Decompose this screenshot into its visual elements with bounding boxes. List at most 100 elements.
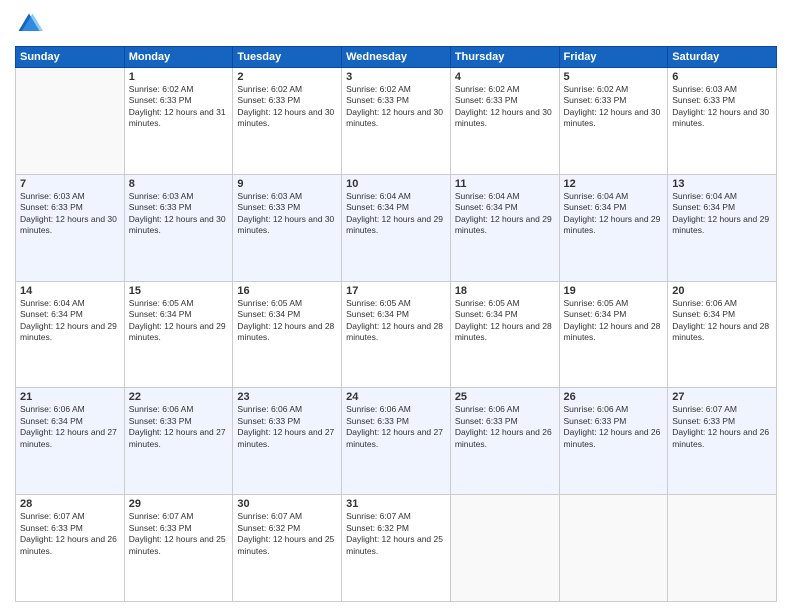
day-info: Sunrise: 6:06 AMSunset: 6:34 PMDaylight:… — [20, 404, 120, 450]
day-info: Sunrise: 6:06 AMSunset: 6:33 PMDaylight:… — [237, 404, 337, 450]
day-info: Sunrise: 6:03 AMSunset: 6:33 PMDaylight:… — [129, 191, 229, 237]
calendar-day-cell: 5Sunrise: 6:02 AMSunset: 6:33 PMDaylight… — [559, 68, 668, 175]
day-info: Sunrise: 6:02 AMSunset: 6:33 PMDaylight:… — [455, 84, 555, 130]
day-info: Sunrise: 6:05 AMSunset: 6:34 PMDaylight:… — [346, 298, 446, 344]
day-number: 18 — [455, 285, 555, 297]
calendar-header-monday: Monday — [124, 47, 233, 68]
day-number: 13 — [672, 178, 772, 190]
day-info: Sunrise: 6:05 AMSunset: 6:34 PMDaylight:… — [129, 298, 229, 344]
day-number: 29 — [129, 498, 229, 510]
day-info: Sunrise: 6:05 AMSunset: 6:34 PMDaylight:… — [455, 298, 555, 344]
day-info: Sunrise: 6:03 AMSunset: 6:33 PMDaylight:… — [20, 191, 120, 237]
day-info: Sunrise: 6:07 AMSunset: 6:33 PMDaylight:… — [129, 511, 229, 557]
day-number: 20 — [672, 285, 772, 297]
day-info: Sunrise: 6:02 AMSunset: 6:33 PMDaylight:… — [564, 84, 664, 130]
calendar-header-tuesday: Tuesday — [233, 47, 342, 68]
day-number: 5 — [564, 71, 664, 83]
day-number: 30 — [237, 498, 337, 510]
calendar-header-row: SundayMondayTuesdayWednesdayThursdayFrid… — [16, 47, 777, 68]
calendar-week-row: 7Sunrise: 6:03 AMSunset: 6:33 PMDaylight… — [16, 174, 777, 281]
day-number: 4 — [455, 71, 555, 83]
calendar-day-cell: 1Sunrise: 6:02 AMSunset: 6:33 PMDaylight… — [124, 68, 233, 175]
calendar-day-cell: 22Sunrise: 6:06 AMSunset: 6:33 PMDayligh… — [124, 388, 233, 495]
page: SundayMondayTuesdayWednesdayThursdayFrid… — [0, 0, 792, 612]
day-info: Sunrise: 6:03 AMSunset: 6:33 PMDaylight:… — [672, 84, 772, 130]
calendar-day-cell: 24Sunrise: 6:06 AMSunset: 6:33 PMDayligh… — [342, 388, 451, 495]
day-info: Sunrise: 6:07 AMSunset: 6:32 PMDaylight:… — [346, 511, 446, 557]
calendar-day-cell: 6Sunrise: 6:03 AMSunset: 6:33 PMDaylight… — [668, 68, 777, 175]
calendar-header-wednesday: Wednesday — [342, 47, 451, 68]
day-info: Sunrise: 6:06 AMSunset: 6:33 PMDaylight:… — [564, 404, 664, 450]
day-number: 22 — [129, 391, 229, 403]
calendar-table: SundayMondayTuesdayWednesdayThursdayFrid… — [15, 46, 777, 602]
day-number: 31 — [346, 498, 446, 510]
day-number: 11 — [455, 178, 555, 190]
calendar-week-row: 21Sunrise: 6:06 AMSunset: 6:34 PMDayligh… — [16, 388, 777, 495]
day-number: 8 — [129, 178, 229, 190]
day-number: 17 — [346, 285, 446, 297]
calendar-day-cell: 2Sunrise: 6:02 AMSunset: 6:33 PMDaylight… — [233, 68, 342, 175]
logo-icon — [15, 10, 43, 38]
day-info: Sunrise: 6:05 AMSunset: 6:34 PMDaylight:… — [237, 298, 337, 344]
day-info: Sunrise: 6:06 AMSunset: 6:34 PMDaylight:… — [672, 298, 772, 344]
day-number: 28 — [20, 498, 120, 510]
day-info: Sunrise: 6:06 AMSunset: 6:33 PMDaylight:… — [129, 404, 229, 450]
calendar-header-thursday: Thursday — [450, 47, 559, 68]
day-info: Sunrise: 6:04 AMSunset: 6:34 PMDaylight:… — [20, 298, 120, 344]
day-info: Sunrise: 6:07 AMSunset: 6:33 PMDaylight:… — [672, 404, 772, 450]
calendar-week-row: 14Sunrise: 6:04 AMSunset: 6:34 PMDayligh… — [16, 281, 777, 388]
day-number: 10 — [346, 178, 446, 190]
calendar-day-cell: 8Sunrise: 6:03 AMSunset: 6:33 PMDaylight… — [124, 174, 233, 281]
day-info: Sunrise: 6:02 AMSunset: 6:33 PMDaylight:… — [237, 84, 337, 130]
day-number: 7 — [20, 178, 120, 190]
calendar-day-cell: 20Sunrise: 6:06 AMSunset: 6:34 PMDayligh… — [668, 281, 777, 388]
calendar-day-cell: 10Sunrise: 6:04 AMSunset: 6:34 PMDayligh… — [342, 174, 451, 281]
calendar-week-row: 28Sunrise: 6:07 AMSunset: 6:33 PMDayligh… — [16, 495, 777, 602]
calendar-day-cell: 3Sunrise: 6:02 AMSunset: 6:33 PMDaylight… — [342, 68, 451, 175]
day-info: Sunrise: 6:04 AMSunset: 6:34 PMDaylight:… — [672, 191, 772, 237]
day-number: 21 — [20, 391, 120, 403]
calendar-day-cell: 13Sunrise: 6:04 AMSunset: 6:34 PMDayligh… — [668, 174, 777, 281]
day-info: Sunrise: 6:03 AMSunset: 6:33 PMDaylight:… — [237, 191, 337, 237]
day-number: 6 — [672, 71, 772, 83]
day-info: Sunrise: 6:05 AMSunset: 6:34 PMDaylight:… — [564, 298, 664, 344]
calendar-day-cell: 11Sunrise: 6:04 AMSunset: 6:34 PMDayligh… — [450, 174, 559, 281]
calendar-header-sunday: Sunday — [16, 47, 125, 68]
day-number: 3 — [346, 71, 446, 83]
calendar-day-cell: 17Sunrise: 6:05 AMSunset: 6:34 PMDayligh… — [342, 281, 451, 388]
day-number: 9 — [237, 178, 337, 190]
day-info: Sunrise: 6:04 AMSunset: 6:34 PMDaylight:… — [346, 191, 446, 237]
day-info: Sunrise: 6:07 AMSunset: 6:33 PMDaylight:… — [20, 511, 120, 557]
calendar-header-friday: Friday — [559, 47, 668, 68]
calendar-week-row: 1Sunrise: 6:02 AMSunset: 6:33 PMDaylight… — [16, 68, 777, 175]
calendar-day-cell: 15Sunrise: 6:05 AMSunset: 6:34 PMDayligh… — [124, 281, 233, 388]
day-number: 15 — [129, 285, 229, 297]
calendar-day-cell: 23Sunrise: 6:06 AMSunset: 6:33 PMDayligh… — [233, 388, 342, 495]
calendar-header-saturday: Saturday — [668, 47, 777, 68]
day-number: 27 — [672, 391, 772, 403]
day-number: 19 — [564, 285, 664, 297]
day-info: Sunrise: 6:02 AMSunset: 6:33 PMDaylight:… — [346, 84, 446, 130]
calendar-day-cell: 28Sunrise: 6:07 AMSunset: 6:33 PMDayligh… — [16, 495, 125, 602]
day-info: Sunrise: 6:07 AMSunset: 6:32 PMDaylight:… — [237, 511, 337, 557]
calendar-day-cell: 14Sunrise: 6:04 AMSunset: 6:34 PMDayligh… — [16, 281, 125, 388]
calendar-day-cell: 4Sunrise: 6:02 AMSunset: 6:33 PMDaylight… — [450, 68, 559, 175]
calendar-day-cell: 25Sunrise: 6:06 AMSunset: 6:33 PMDayligh… — [450, 388, 559, 495]
calendar-day-cell: 9Sunrise: 6:03 AMSunset: 6:33 PMDaylight… — [233, 174, 342, 281]
calendar-day-cell: 12Sunrise: 6:04 AMSunset: 6:34 PMDayligh… — [559, 174, 668, 281]
day-number: 16 — [237, 285, 337, 297]
day-info: Sunrise: 6:06 AMSunset: 6:33 PMDaylight:… — [346, 404, 446, 450]
day-info: Sunrise: 6:02 AMSunset: 6:33 PMDaylight:… — [129, 84, 229, 130]
day-info: Sunrise: 6:04 AMSunset: 6:34 PMDaylight:… — [564, 191, 664, 237]
calendar-day-cell: 16Sunrise: 6:05 AMSunset: 6:34 PMDayligh… — [233, 281, 342, 388]
calendar-day-cell: 26Sunrise: 6:06 AMSunset: 6:33 PMDayligh… — [559, 388, 668, 495]
calendar-day-cell: 27Sunrise: 6:07 AMSunset: 6:33 PMDayligh… — [668, 388, 777, 495]
calendar-day-cell — [559, 495, 668, 602]
day-number: 14 — [20, 285, 120, 297]
header — [15, 10, 777, 38]
calendar-day-cell: 19Sunrise: 6:05 AMSunset: 6:34 PMDayligh… — [559, 281, 668, 388]
day-number: 23 — [237, 391, 337, 403]
calendar-day-cell: 29Sunrise: 6:07 AMSunset: 6:33 PMDayligh… — [124, 495, 233, 602]
day-number: 12 — [564, 178, 664, 190]
calendar-day-cell — [668, 495, 777, 602]
